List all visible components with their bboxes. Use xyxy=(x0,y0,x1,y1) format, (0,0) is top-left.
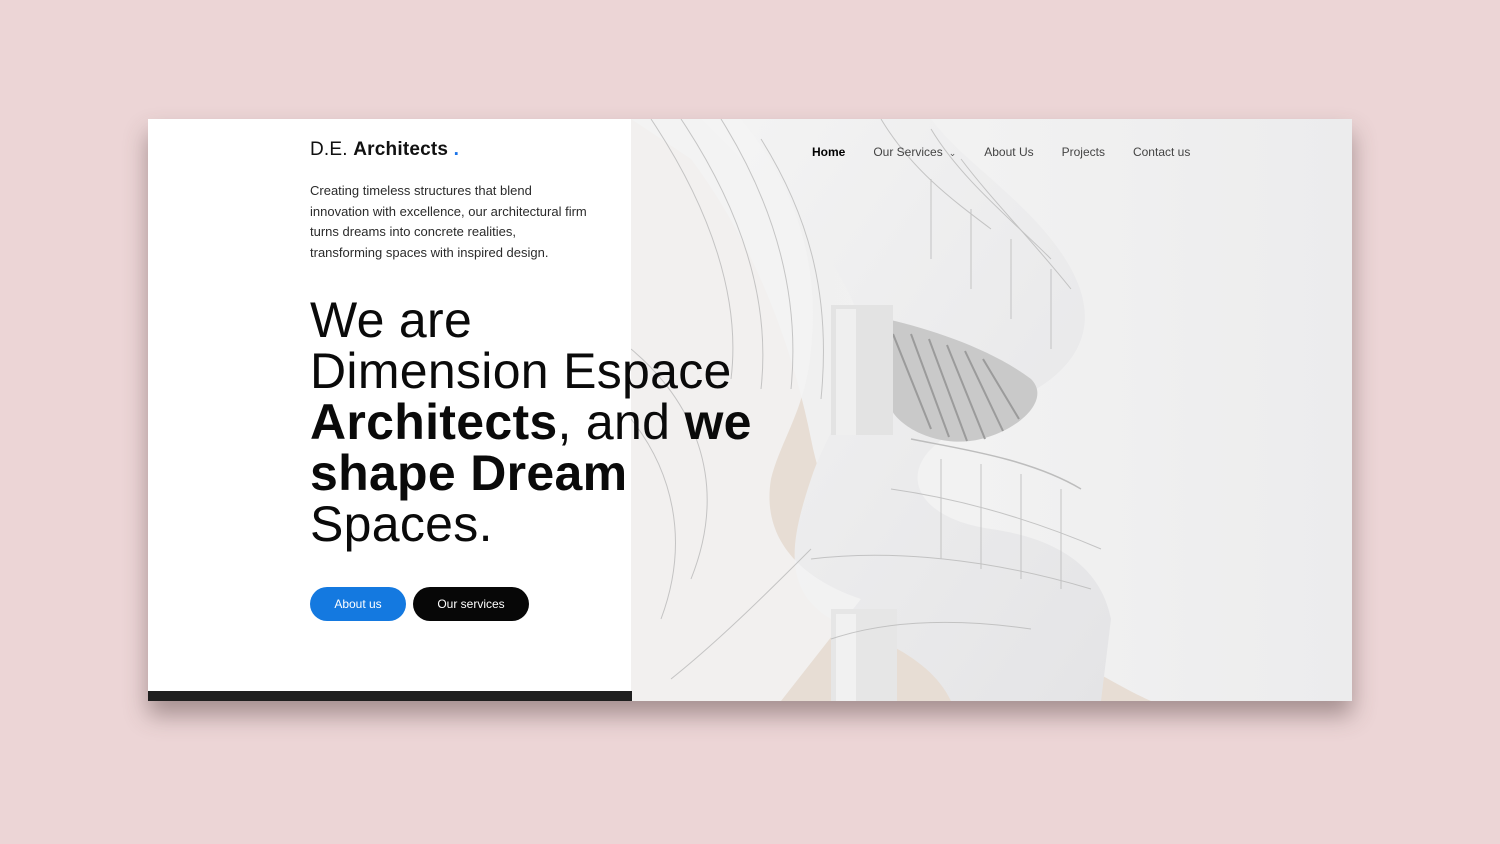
headline-and: , and xyxy=(557,394,685,450)
headline-line-3: Architects, and we xyxy=(310,397,810,448)
bottom-accent-bar xyxy=(148,691,632,701)
headline-bold-we: we xyxy=(684,394,752,450)
nav-about-us[interactable]: About Us xyxy=(984,145,1033,159)
headline-line-1: We are xyxy=(310,292,473,348)
headline-bold-architects: Architects xyxy=(310,394,558,450)
hero-headline: We are Dimension Espace Architects, and … xyxy=(310,295,810,550)
nav-projects[interactable]: Projects xyxy=(1062,145,1105,159)
about-us-button[interactable]: About us xyxy=(310,587,406,621)
chevron-down-icon: ⌄ xyxy=(948,148,957,158)
brand-name-light: D.E. xyxy=(310,139,348,160)
nav-our-services-label: Our Services xyxy=(873,145,943,159)
our-services-button[interactable]: Our services xyxy=(413,587,529,621)
website-frame: D.E. Architects . Creating timeless stru… xyxy=(148,119,1352,701)
headline-line-5: Spaces. xyxy=(310,496,493,552)
nav-home[interactable]: Home xyxy=(812,145,845,159)
intro-text: Creating timeless structures that blend … xyxy=(310,183,587,260)
brand-name-bold: Architects xyxy=(353,139,449,160)
nav-contact-us[interactable]: Contact us xyxy=(1133,145,1190,159)
headline-line-2: Dimension Espace xyxy=(310,343,732,399)
main-navigation: Home Our Services ⌄ About Us Projects Con… xyxy=(812,145,1218,159)
brand-dot: . xyxy=(453,139,460,160)
headline-line-4: shape Dream xyxy=(310,445,628,501)
nav-our-services[interactable]: Our Services ⌄ xyxy=(873,145,956,159)
brand-logo[interactable]: D.E. Architects . xyxy=(310,139,459,161)
